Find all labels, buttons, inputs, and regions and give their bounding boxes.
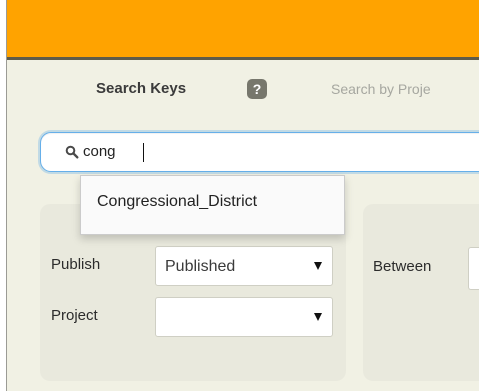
publish-select[interactable]: Published bbox=[155, 246, 333, 286]
between-label: Between bbox=[373, 258, 432, 275]
search-input-text: cong bbox=[83, 143, 116, 160]
app-frame: Search Keys ? Search by Proje Publish Pu… bbox=[6, 0, 479, 391]
autocomplete-dropdown: Congressional_District bbox=[80, 175, 345, 235]
search-keys-label: Search Keys bbox=[96, 80, 187, 97]
between-input[interactable] bbox=[468, 247, 479, 290]
search-input[interactable]: cong bbox=[40, 132, 479, 172]
autocomplete-option[interactable]: Congressional_District bbox=[97, 193, 257, 211]
project-label: Project bbox=[51, 307, 98, 324]
help-icon[interactable]: ? bbox=[247, 79, 267, 99]
search-by-project-label: Search by Proje bbox=[331, 81, 431, 97]
top-bar bbox=[7, 0, 479, 60]
publish-label: Publish bbox=[51, 256, 101, 273]
search-icon bbox=[65, 145, 79, 159]
text-caret bbox=[143, 143, 144, 162]
chevron-down-icon bbox=[314, 313, 322, 321]
chevron-down-icon bbox=[314, 262, 322, 270]
filter-panel-right: Between bbox=[363, 204, 479, 381]
project-select[interactable] bbox=[155, 297, 333, 337]
publish-select-value: Published bbox=[165, 258, 236, 275]
